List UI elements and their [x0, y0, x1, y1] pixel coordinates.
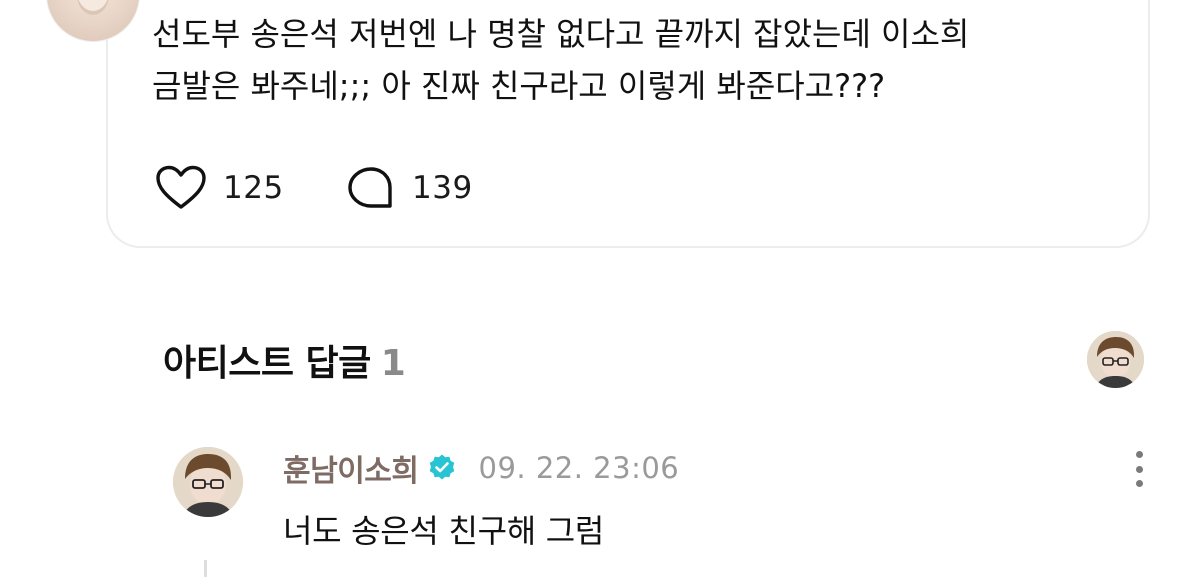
artist-replies-count: 1 [380, 343, 406, 384]
comment-count: 139 [412, 170, 473, 206]
post-text: 선도부 송은석 저번엔 나 명찰 없다고 끝까지 잡았는데 이소희 금발은 봐주… [152, 8, 1142, 112]
like-count: 125 [223, 170, 284, 206]
artist-replies-title: 아티스트 답글 [163, 343, 371, 384]
heart-outline-icon [156, 165, 206, 209]
artist-avatar-image [1087, 331, 1144, 388]
reply-meta: 훈남이소희 09. 22. 23:06 [283, 446, 680, 490]
artist-replies-heading: 아티스트 답글 1 [163, 334, 406, 386]
more-vertical-icon[interactable] [1124, 448, 1154, 490]
reply-avatar-image [173, 447, 243, 517]
reply-author-avatar[interactable] [173, 447, 243, 517]
reply-timestamp: 09. 22. 23:06 [478, 451, 680, 485]
speech-bubble-icon [348, 167, 392, 208]
like-button[interactable]: 125 [155, 164, 284, 212]
reply-author-name[interactable]: 훈남이소희 [283, 446, 419, 490]
reply-text: 너도 송은석 친구해 그럼 [283, 512, 605, 550]
artist-avatar[interactable] [1087, 331, 1144, 388]
post-text-line-2: 금발은 봐주네;;; 아 진짜 친구라고 이렇게 봐준다고??? [152, 67, 886, 105]
verified-badge-icon [429, 454, 454, 480]
thread-line [204, 560, 207, 577]
comment-button[interactable]: 139 [346, 164, 473, 212]
post-text-line-1: 선도부 송은석 저번엔 나 명찰 없다고 끝까지 잡았는데 이소희 [152, 15, 970, 53]
